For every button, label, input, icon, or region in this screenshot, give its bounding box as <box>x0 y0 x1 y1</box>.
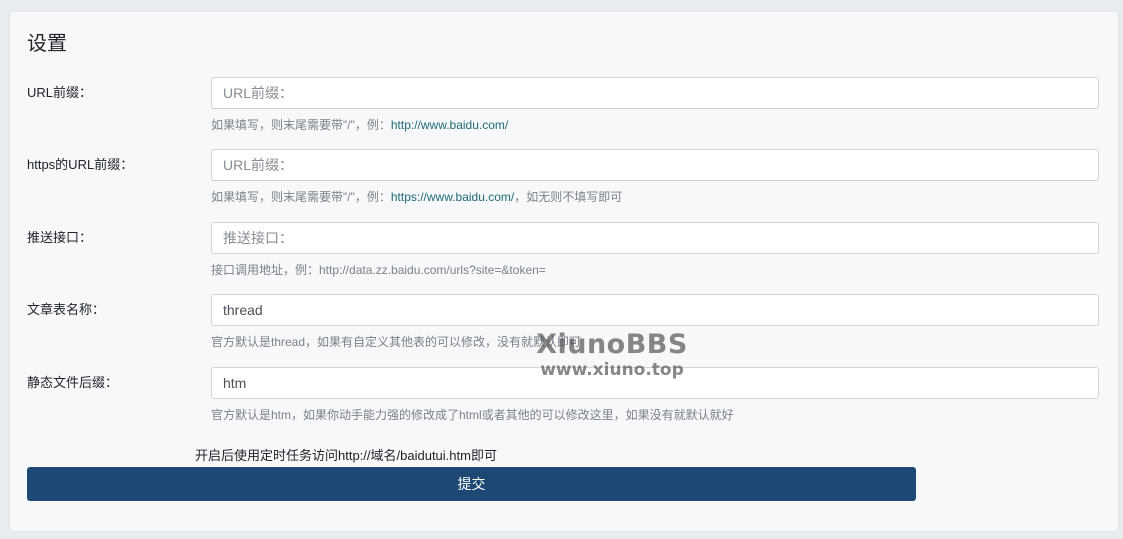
url-prefix-label: URL前缀： <box>27 85 93 100</box>
static-suffix-input[interactable] <box>211 367 1099 399</box>
static-suffix-help: 官方默认是htm，如果你动手能力强的修改成了html或者其他的可以修改这里，如果… <box>211 408 734 422</box>
table-name-input[interactable] <box>211 294 1099 326</box>
table-name-label: 文章表名称： <box>27 302 106 317</box>
https-url-prefix-input[interactable] <box>211 149 1099 181</box>
push-api-input[interactable] <box>211 222 1099 254</box>
https-url-prefix-label: https的URL前缀： <box>27 157 134 172</box>
push-api-label: 推送接口： <box>27 230 93 245</box>
submit-button[interactable]: 提交 <box>27 467 916 501</box>
url-prefix-example-link[interactable]: http://www.baidu.com/ <box>391 118 508 132</box>
url-prefix-input[interactable] <box>211 77 1099 109</box>
static-suffix-label: 静态文件后缀： <box>27 375 119 390</box>
push-api-help: 接口调用地址，例：http://data.zz.baidu.com/urls?s… <box>211 263 546 277</box>
https-url-prefix-help: 如果填写，则末尾需要带"/"，例：https://www.baidu.com/，… <box>211 190 623 204</box>
cron-note: 开启后使用定时任务访问http://域名/baidutui.htm即可 <box>195 448 497 463</box>
table-name-help: 官方默认是thread，如果有自定义其他表的可以修改，没有就默认即可 <box>211 335 582 349</box>
url-prefix-help: 如果填写，则末尾需要带"/"，例：http://www.baidu.com/ <box>211 118 509 132</box>
settings-card: 设置 URL前缀： 如果填写，则末尾需要带"/"，例：http://www.ba… <box>10 12 1118 531</box>
page-title: 设置 <box>27 33 67 55</box>
https-url-prefix-example-link[interactable]: https://www.baidu.com/ <box>391 190 514 204</box>
